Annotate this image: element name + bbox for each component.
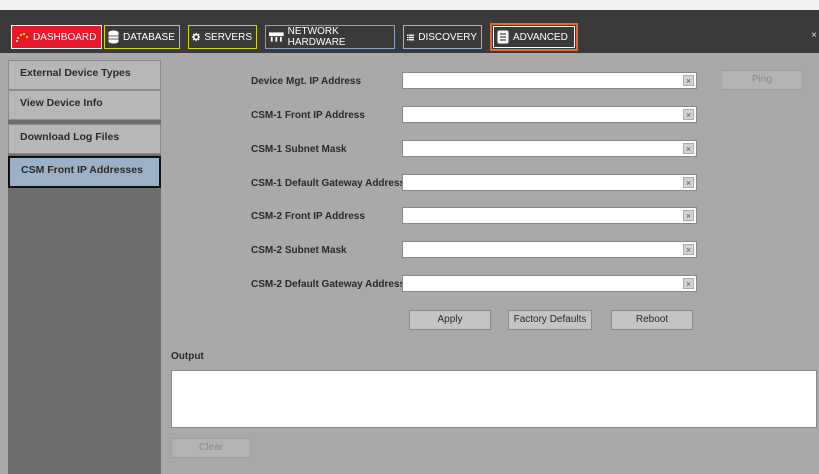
- csm2-front-ip-input[interactable]: [403, 211, 679, 226]
- close-icon[interactable]: ×: [811, 30, 817, 41]
- ping-button[interactable]: Ping: [721, 70, 803, 90]
- clear-field-icon[interactable]: ×: [683, 244, 694, 255]
- tab-servers[interactable]: SERVERS: [188, 25, 257, 49]
- tab-dashboard-label: DASHBOARD: [33, 31, 97, 43]
- clear-field-icon[interactable]: ×: [683, 109, 694, 120]
- clear-field-icon[interactable]: ×: [683, 143, 694, 154]
- csm1-front-ip-input[interactable]: [403, 110, 679, 125]
- tab-discovery-label: DISCOVERY: [418, 31, 477, 43]
- csm2-front-ip-label: CSM-2 Front IP Address: [251, 211, 365, 222]
- csm2-subnet-mask-field[interactable]: ×: [402, 241, 697, 260]
- device-mgt-ip-label: Device Mgt. IP Address: [251, 76, 362, 87]
- csm1-subnet-mask-input[interactable]: [403, 144, 679, 159]
- sidebar-item-label: CSM Front IP Addresses: [21, 164, 143, 176]
- sidebar-item-download-log-files[interactable]: Download Log Files: [8, 124, 161, 154]
- clear-field-icon[interactable]: ×: [683, 278, 694, 289]
- dashboard-icon: [16, 32, 29, 42]
- csm2-gateway-input[interactable]: [403, 279, 679, 294]
- reboot-button[interactable]: Reboot: [611, 310, 693, 330]
- sidebar-item-label: External Device Types: [20, 67, 131, 79]
- sidebar-item-label: Download Log Files: [20, 131, 120, 143]
- main-panel: Device Mgt. IP Address × Ping CSM-1 Fron…: [161, 60, 819, 474]
- tab-discovery[interactable]: DISCOVERY: [403, 25, 482, 49]
- clear-field-icon[interactable]: ×: [683, 210, 694, 221]
- csm1-front-ip-label: CSM-1 Front IP Address: [251, 110, 365, 121]
- sidebar-item-external-device-types[interactable]: External Device Types: [8, 60, 161, 90]
- sidebar: External Device Types View Device Info D…: [8, 60, 161, 474]
- csm2-gateway-field[interactable]: ×: [402, 275, 697, 294]
- tab-advanced[interactable]: ADVANCED: [493, 26, 575, 48]
- sidebar-item-csm-front-ip-addresses[interactable]: CSM Front IP Addresses: [8, 156, 161, 188]
- tab-database-label: DATABASE: [123, 31, 175, 43]
- csm1-gateway-field[interactable]: ×: [402, 174, 697, 193]
- tab-network-hardware-label: NETWORK HARDWARE: [287, 26, 346, 48]
- gear-icon: [192, 32, 201, 42]
- csm1-subnet-mask-field[interactable]: ×: [402, 140, 697, 159]
- csm2-gateway-label: CSM-2 Default Gateway Address: [251, 279, 406, 290]
- device-mgt-ip-input[interactable]: [403, 76, 679, 91]
- output-label: Output: [171, 351, 204, 362]
- csm2-front-ip-field[interactable]: ×: [402, 207, 697, 226]
- top-nav-bar: DASHBOARD DATABASE SERVERS NETWORK HARDW…: [0, 0, 819, 53]
- tab-advanced-label: ADVANCED: [513, 31, 568, 43]
- sidebar-item-label: View Device Info: [20, 97, 103, 109]
- clear-output-button[interactable]: Clear: [171, 438, 251, 458]
- tab-dashboard[interactable]: DASHBOARD: [11, 25, 102, 49]
- csm1-gateway-input[interactable]: [403, 178, 679, 193]
- apply-button[interactable]: Apply: [409, 310, 491, 330]
- factory-defaults-button[interactable]: Factory Defaults: [508, 310, 592, 330]
- tab-network-hardware[interactable]: NETWORK HARDWARE: [265, 25, 395, 49]
- output-textarea[interactable]: [171, 370, 817, 428]
- tab-servers-label: SERVERS: [204, 31, 252, 43]
- csm1-front-ip-field[interactable]: ×: [402, 106, 697, 125]
- csm1-subnet-mask-label: CSM-1 Subnet Mask: [251, 144, 347, 155]
- document-icon: [497, 30, 509, 44]
- csm2-subnet-mask-label: CSM-2 Subnet Mask: [251, 245, 347, 256]
- clear-field-icon[interactable]: ×: [683, 75, 694, 86]
- csm1-gateway-label: CSM-1 Default Gateway Address: [251, 178, 406, 189]
- network-switch-icon: [269, 32, 284, 42]
- tab-database[interactable]: DATABASE: [104, 25, 180, 49]
- device-mgt-ip-field[interactable]: ×: [402, 72, 697, 91]
- list-icon: [407, 34, 415, 40]
- database-icon: [108, 30, 119, 44]
- csm2-subnet-mask-input[interactable]: [403, 245, 679, 260]
- sidebar-item-view-device-info[interactable]: View Device Info: [8, 90, 161, 120]
- clear-field-icon[interactable]: ×: [683, 177, 694, 188]
